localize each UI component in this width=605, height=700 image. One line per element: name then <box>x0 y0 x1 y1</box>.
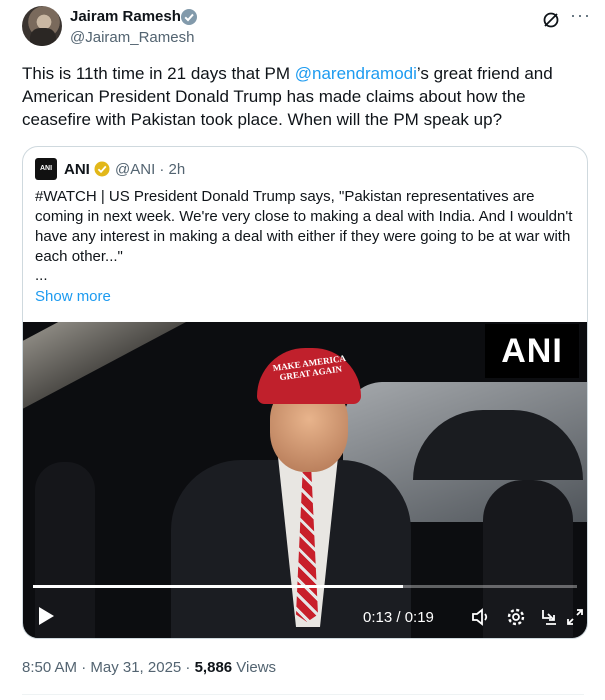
picture-in-picture-icon[interactable] <box>538 606 560 628</box>
divider <box>22 694 584 695</box>
tweet-text: This is 11th time in 21 days that PM @na… <box>22 62 582 131</box>
play-icon[interactable] <box>37 606 55 626</box>
settings-gear-icon[interactable] <box>505 606 527 628</box>
more-options-button[interactable]: ··· <box>570 5 591 26</box>
ani-logo-avatar[interactable]: ANI <box>35 158 57 180</box>
quote-handle-time: @ANI · 2h <box>115 161 186 178</box>
author-name[interactable]: Jairam Ramesh <box>70 8 181 25</box>
tweet-text-before: This is 11th time in 21 days that PM <box>22 64 295 83</box>
quote-text: #WATCH | US President Donald Trump says,… <box>35 188 573 265</box>
video-progress-fill <box>33 585 403 588</box>
verified-badge-icon <box>181 9 197 25</box>
gold-verified-badge-icon <box>94 161 110 177</box>
views-count: 5,886 <box>194 659 233 676</box>
quote-author-name[interactable]: ANI <box>64 161 90 178</box>
mention-link[interactable]: @narendramodi <box>295 64 417 83</box>
ani-watermark: ANI <box>485 324 579 378</box>
fullscreen-icon[interactable] <box>564 606 586 628</box>
video-player[interactable]: MAKE AMERICA GREAT AGAIN ANI 0:13 / 0:19 <box>23 322 587 638</box>
timestamp[interactable]: 8:50 AM · May 31, 2025 · <box>22 659 195 676</box>
views-label: Views <box>232 659 277 676</box>
grok-icon[interactable] <box>541 10 561 30</box>
video-time: 0:13 / 0:19 <box>363 609 434 626</box>
author-avatar[interactable] <box>22 6 62 46</box>
quote-ellipsis: ... <box>35 267 48 284</box>
author-handle[interactable]: @Jairam_Ramesh <box>70 29 194 46</box>
video-progress-bar[interactable] <box>33 585 577 588</box>
volume-icon[interactable] <box>470 606 492 628</box>
show-more-link[interactable]: Show more <box>35 288 111 305</box>
quoted-tweet[interactable]: ANI ANI @ANI · 2h #WATCH | US President … <box>22 146 588 639</box>
tweet-meta: 8:50 AM · May 31, 2025 · 5,886 Views <box>22 659 276 676</box>
